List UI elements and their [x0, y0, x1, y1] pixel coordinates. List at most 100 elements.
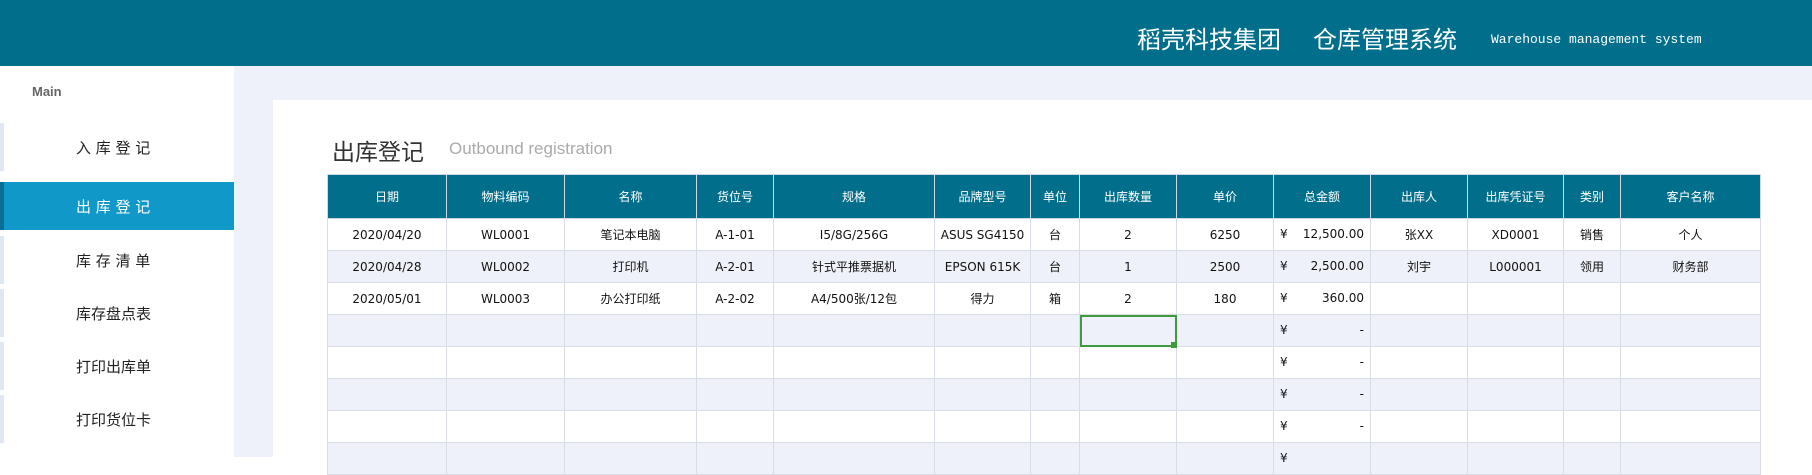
cell-quantity[interactable]: 2 [1079, 218, 1177, 251]
cell-spec[interactable] [773, 442, 935, 475]
cell-location[interactable] [696, 346, 774, 379]
cell-issuer[interactable]: 刘宇 [1370, 250, 1468, 283]
cell-category[interactable] [1563, 442, 1621, 475]
cell-unit-price[interactable]: 2500 [1176, 250, 1274, 283]
cell-name[interactable]: 打印机 [564, 250, 697, 283]
cell-unit[interactable] [1030, 410, 1080, 443]
cell-spec[interactable] [773, 346, 935, 379]
cell-quantity[interactable] [1079, 378, 1177, 411]
cell-unit[interactable] [1030, 314, 1080, 347]
column-header-unit[interactable]: 单位 [1030, 174, 1080, 219]
cell-customer[interactable]: 财务部 [1620, 250, 1761, 283]
cell-location[interactable]: A-2-01 [696, 250, 774, 283]
cell-material-code[interactable] [446, 442, 565, 475]
cell-date[interactable]: 2020/04/28 [327, 250, 447, 283]
cell-unit-price[interactable] [1176, 410, 1274, 443]
column-header-location[interactable]: 货位号 [696, 174, 774, 219]
cell-voucher-no[interactable] [1467, 410, 1564, 443]
cell-date[interactable]: 2020/05/01 [327, 282, 447, 315]
cell-spec[interactable] [773, 410, 935, 443]
column-header-unit-price[interactable]: 单价 [1176, 174, 1274, 219]
cell-brand-model[interactable]: EPSON 615K [934, 250, 1031, 283]
cell-unit[interactable] [1030, 378, 1080, 411]
cell-date[interactable] [327, 410, 447, 443]
cell-quantity[interactable]: 1 [1079, 250, 1177, 283]
cell-name[interactable] [564, 346, 697, 379]
cell-brand-model[interactable] [934, 346, 1031, 379]
cell-material-code[interactable]: WL0002 [446, 250, 565, 283]
cell-location[interactable] [696, 314, 774, 347]
cell-location[interactable]: A-1-01 [696, 218, 774, 251]
sidebar-item-print-location-card[interactable]: 打印货位卡 [0, 395, 234, 443]
cell-category[interactable] [1563, 410, 1621, 443]
cell-issuer[interactable] [1370, 410, 1468, 443]
cell-total-amount[interactable]: ¥ - [1273, 346, 1371, 379]
cell-issuer[interactable] [1370, 314, 1468, 347]
cell-unit[interactable]: 箱 [1030, 282, 1080, 315]
column-header-material-code[interactable]: 物料编码 [446, 174, 565, 219]
cell-quantity[interactable] [1079, 314, 1177, 347]
cell-unit-price[interactable]: 180 [1176, 282, 1274, 315]
cell-brand-model[interactable] [934, 378, 1031, 411]
cell-material-code[interactable] [446, 378, 565, 411]
cell-total-amount[interactable]: ¥ [1273, 442, 1371, 475]
column-header-spec[interactable]: 规格 [773, 174, 935, 219]
column-header-category[interactable]: 类别 [1563, 174, 1621, 219]
cell-total-amount[interactable]: ¥ - [1273, 314, 1371, 347]
cell-total-amount[interactable]: ¥12,500.00 [1273, 218, 1371, 251]
cell-unit[interactable] [1030, 442, 1080, 475]
cell-total-amount[interactable]: ¥ - [1273, 378, 1371, 411]
cell-unit-price[interactable] [1176, 442, 1274, 475]
cell-customer[interactable]: 个人 [1620, 218, 1761, 251]
cell-spec[interactable]: A4/500张/12包 [773, 282, 935, 315]
cell-total-amount[interactable]: ¥360.00 [1273, 282, 1371, 315]
sidebar-item-inbound-registration[interactable]: 入 库 登 记 [0, 123, 234, 171]
cell-location[interactable] [696, 442, 774, 475]
sidebar-item-inventory-list[interactable]: 库 存 清 单 [0, 236, 234, 284]
cell-material-code[interactable] [446, 314, 565, 347]
cell-material-code[interactable] [446, 346, 565, 379]
cell-issuer[interactable] [1370, 282, 1468, 315]
cell-category[interactable] [1563, 314, 1621, 347]
cell-brand-model[interactable] [934, 314, 1031, 347]
cell-name[interactable]: 笔记本电脑 [564, 218, 697, 251]
cell-name[interactable] [564, 378, 697, 411]
cell-voucher-no[interactable] [1467, 346, 1564, 379]
cell-voucher-no[interactable] [1467, 314, 1564, 347]
cell-category[interactable] [1563, 282, 1621, 315]
cell-brand-model[interactable] [934, 442, 1031, 475]
cell-category[interactable]: 领用 [1563, 250, 1621, 283]
cell-location[interactable]: A-2-02 [696, 282, 774, 315]
cell-total-amount[interactable]: ¥ - [1273, 410, 1371, 443]
cell-voucher-no[interactable]: L000001 [1467, 250, 1564, 283]
sidebar-item-outbound-registration[interactable]: 出 库 登 记 [0, 182, 234, 230]
cell-quantity[interactable]: 2 [1079, 282, 1177, 315]
sidebar-item-stocktake-sheet[interactable]: 库存盘点表 [0, 289, 234, 337]
cell-brand-model[interactable]: ASUS SG4150 [934, 218, 1031, 251]
cell-total-amount[interactable]: ¥2,500.00 [1273, 250, 1371, 283]
cell-name[interactable] [564, 410, 697, 443]
cell-unit[interactable] [1030, 346, 1080, 379]
cell-material-code[interactable]: WL0003 [446, 282, 565, 315]
cell-material-code[interactable]: WL0001 [446, 218, 565, 251]
cell-name[interactable]: 办公打印纸 [564, 282, 697, 315]
cell-customer[interactable] [1620, 314, 1761, 347]
cell-voucher-no[interactable] [1467, 442, 1564, 475]
cell-spec[interactable] [773, 314, 935, 347]
cell-quantity[interactable] [1079, 442, 1177, 475]
cell-location[interactable] [696, 410, 774, 443]
column-header-total-amount[interactable]: 总金额 [1273, 174, 1371, 219]
column-header-brand-model[interactable]: 品牌型号 [934, 174, 1031, 219]
cell-quantity[interactable] [1079, 346, 1177, 379]
column-header-date[interactable]: 日期 [327, 174, 447, 219]
cell-issuer[interactable]: 张XX [1370, 218, 1468, 251]
cell-date[interactable] [327, 442, 447, 475]
cell-category[interactable] [1563, 378, 1621, 411]
cell-issuer[interactable] [1370, 346, 1468, 379]
cell-quantity[interactable] [1079, 410, 1177, 443]
cell-brand-model[interactable]: 得力 [934, 282, 1031, 315]
cell-date[interactable]: 2020/04/20 [327, 218, 447, 251]
sidebar-item-print-outbound-slip[interactable]: 打印出库单 [0, 342, 234, 390]
cell-location[interactable] [696, 378, 774, 411]
column-header-issuer[interactable]: 出库人 [1370, 174, 1468, 219]
